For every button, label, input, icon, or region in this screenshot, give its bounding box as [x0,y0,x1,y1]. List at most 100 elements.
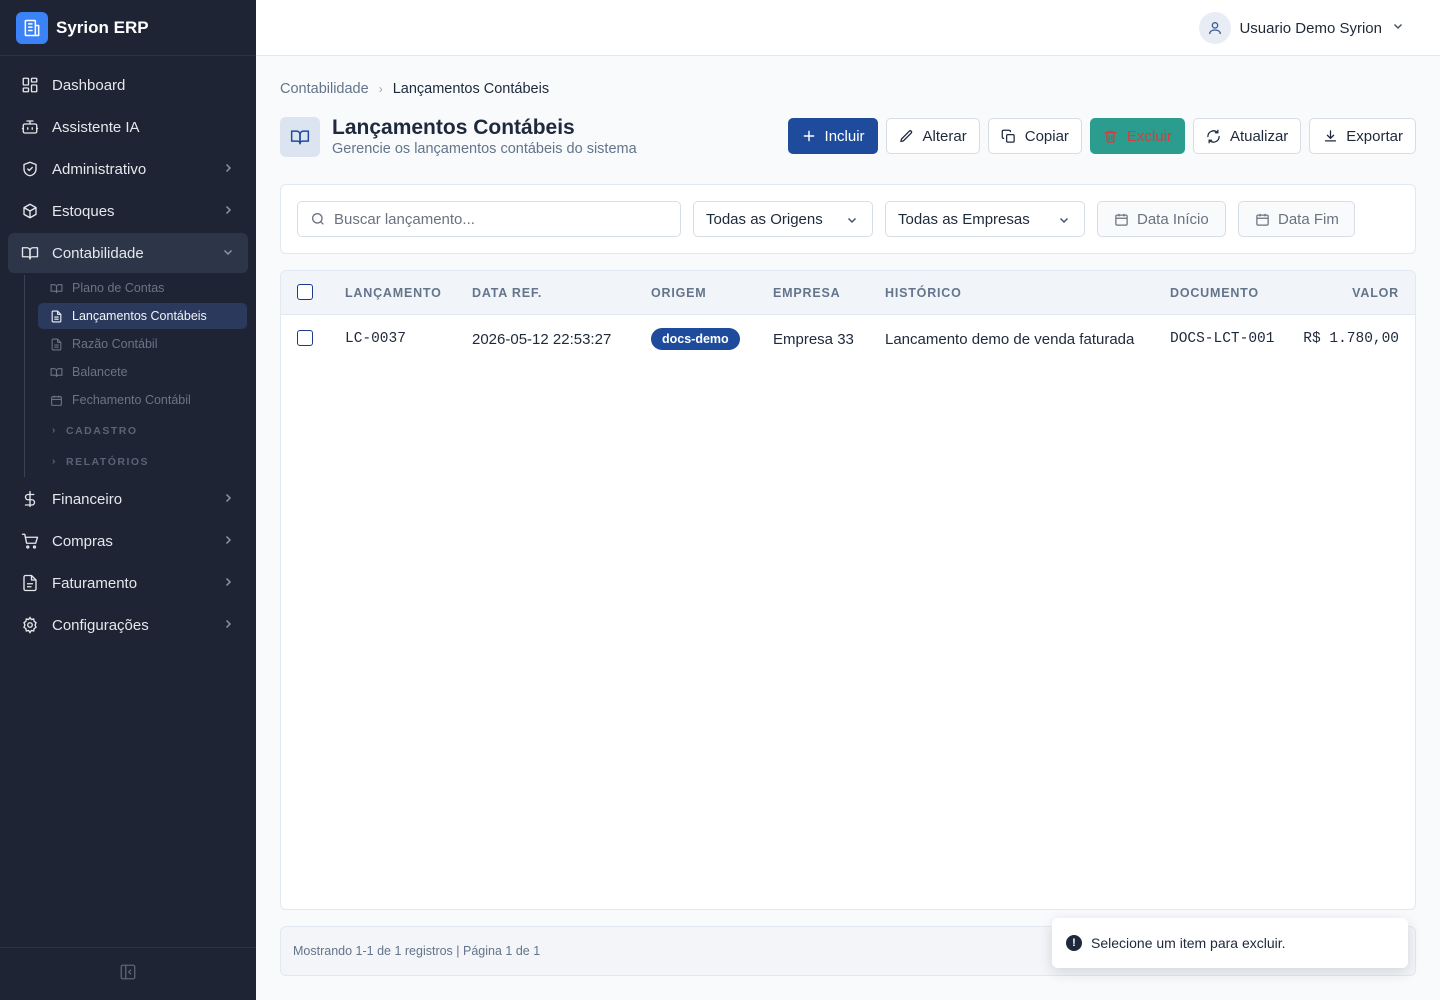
sidebar-item-administrativo[interactable]: Administrativo [8,149,248,189]
breadcrumb-parent[interactable]: Contabilidade [280,81,369,97]
package-icon [20,201,40,221]
column-header-documento[interactable]: DOCUMENTO [1170,286,1259,300]
user-name: Usuario Demo Syrion [1239,19,1382,37]
breadcrumb: Contabilidade › Lançamentos Contábeis [280,81,549,97]
chevron-right-icon [225,619,232,629]
sidebar-group-cadastro[interactable]: › CADASTRO [38,415,256,446]
sidebar-subitem-fechamento-contabil[interactable]: Fechamento Contábil [38,387,247,413]
sidebar: Syrion ERP Dashboard Assistente IA Admin… [0,0,256,1000]
alterar-button[interactable]: Alterar [885,118,980,154]
book-icon [50,365,64,379]
empresa-select[interactable]: Todas as Empresas [885,201,1085,237]
dashboard-icon [20,75,40,95]
collapse-sidebar-icon[interactable] [119,963,137,986]
incluir-button[interactable]: Incluir [787,118,878,154]
data-inicio-label: Data Início [1137,210,1209,228]
search-input[interactable] [334,210,664,228]
excluir-label: Excluir [1126,127,1172,145]
sidebar-subitem-balancete[interactable]: Balancete [38,359,247,385]
sidebar-item-label: Configurações [52,616,149,634]
copiar-label: Copiar [1024,127,1069,145]
column-header-origem[interactable]: ORIGEM [651,286,707,300]
sidebar-item-label: Estoques [52,202,115,220]
column-header-empresa[interactable]: EMPRESA [773,286,840,300]
filters-panel: Todas as Origens Todas as Empresas Data … [280,184,1416,254]
sidebar-item-dashboard[interactable]: Dashboard [8,65,248,105]
sidebar-group-label: CADASTRO [66,424,138,437]
sidebar-subitem-lancamentos-contabeis[interactable]: Lançamentos Contábeis [38,303,247,329]
sidebar-item-contabilidade[interactable]: Contabilidade [8,233,248,273]
cell-lancamento: LC-0037 [345,331,406,347]
column-header-lancamento[interactable]: LANÇAMENTO [345,286,442,300]
gear-icon [20,615,40,635]
page-subtitle: Gerencie os lançamentos contábeis do sis… [332,141,637,157]
alterar-label: Alterar [922,127,967,145]
atualizar-button[interactable]: Atualizar [1192,118,1302,154]
download-icon [1322,128,1338,144]
calendar-icon [1114,212,1129,227]
chevron-right-icon [225,577,232,587]
column-header-historico[interactable]: HISTÓRICO [885,286,962,300]
sidebar-subitem-label: Razão Contábil [72,337,158,351]
user-icon [1199,12,1232,44]
chevron-right-icon [225,493,232,503]
sidebar-subitem-label: Fechamento Contábil [72,393,191,407]
building-icon [16,11,48,44]
pagination-text: Mostrando 1-1 de 1 registros | Página 1 … [293,944,541,958]
sidebar-subitem-plano-de-contas[interactable]: Plano de Contas [38,275,247,301]
sidebar-subitem-label: Balancete [72,365,128,379]
origem-select[interactable]: Todas as Origens [693,201,873,237]
sidebar-group-relatorios[interactable]: › RELATÓRIOS [38,446,256,477]
sidebar-item-label: Dashboard [52,76,126,94]
empresa-select-value: Todas as Empresas [898,210,1030,228]
cell-empresa: Empresa 33 [773,331,854,348]
sidebar-item-label: Faturamento [52,574,138,592]
cell-valor: R$ 1.780,00 [1303,331,1399,347]
toolbar: Incluir Alterar Copiar Excluir Atualizar… [780,118,1416,154]
chevron-right-icon [225,163,232,173]
incluir-label: Incluir [824,127,865,145]
data-fim-label: Data Fim [1278,210,1339,228]
select-all-checkbox[interactable] [297,284,313,300]
data-inicio-button[interactable]: Data Início [1097,201,1226,237]
refresh-icon [1206,128,1222,144]
book-open-icon [20,243,40,263]
sidebar-nav: Dashboard Assistente IA Administrativo E… [0,56,256,645]
table-row[interactable]: LC-0037 2026-05-12 22:53:27 docs-demo Em… [281,315,1415,363]
app-name: Syrion ERP [56,17,149,37]
sidebar-item-faturamento[interactable]: Faturamento [8,563,248,603]
chevron-down-icon [223,249,233,256]
breadcrumb-current: Lançamentos Contábeis [392,81,550,97]
cart-icon [20,531,40,551]
sidebar-item-estoques[interactable]: Estoques [8,191,248,231]
toast-notification: ! Selecione um item para excluir. [1052,918,1408,968]
user-menu[interactable]: Usuario Demo Syrion [1199,12,1404,44]
sidebar-group-label: RELATÓRIOS [66,455,150,468]
sidebar-item-compras[interactable]: Compras [8,521,248,561]
atualizar-label: Atualizar [1229,127,1289,145]
column-header-valor[interactable]: VALOR [1352,286,1399,300]
sidebar-subitem-razao-contabil[interactable]: Razão Contábil [38,331,247,357]
page-title: Lançamentos Contábeis [332,116,575,139]
sidebar-item-assistente-ia[interactable]: Assistente IA [8,107,248,147]
excluir-button[interactable]: Excluir [1089,118,1185,154]
search-box [297,201,681,237]
sidebar-subitem-label: Plano de Contas [72,281,165,295]
chevron-right-icon: › [52,425,57,436]
sidebar-item-label: Compras [52,532,113,550]
chevron-right-icon [225,535,232,545]
chevron-right-icon [225,205,232,215]
bot-icon [20,117,40,137]
sidebar-item-financeiro[interactable]: Financeiro [8,479,248,519]
copy-icon [1001,128,1017,144]
data-fim-button[interactable]: Data Fim [1238,201,1355,237]
chevron-right-icon: › [52,456,57,467]
sidebar-item-configuracoes[interactable]: Configurações [8,605,248,645]
copiar-button[interactable]: Copiar [987,118,1082,154]
dollar-icon [20,489,40,509]
column-header-data-ref[interactable]: DATA REF. [472,286,542,300]
receipt-icon [20,573,40,593]
row-checkbox[interactable] [297,330,313,346]
plus-icon [801,128,817,144]
exportar-button[interactable]: Exportar [1309,118,1416,154]
